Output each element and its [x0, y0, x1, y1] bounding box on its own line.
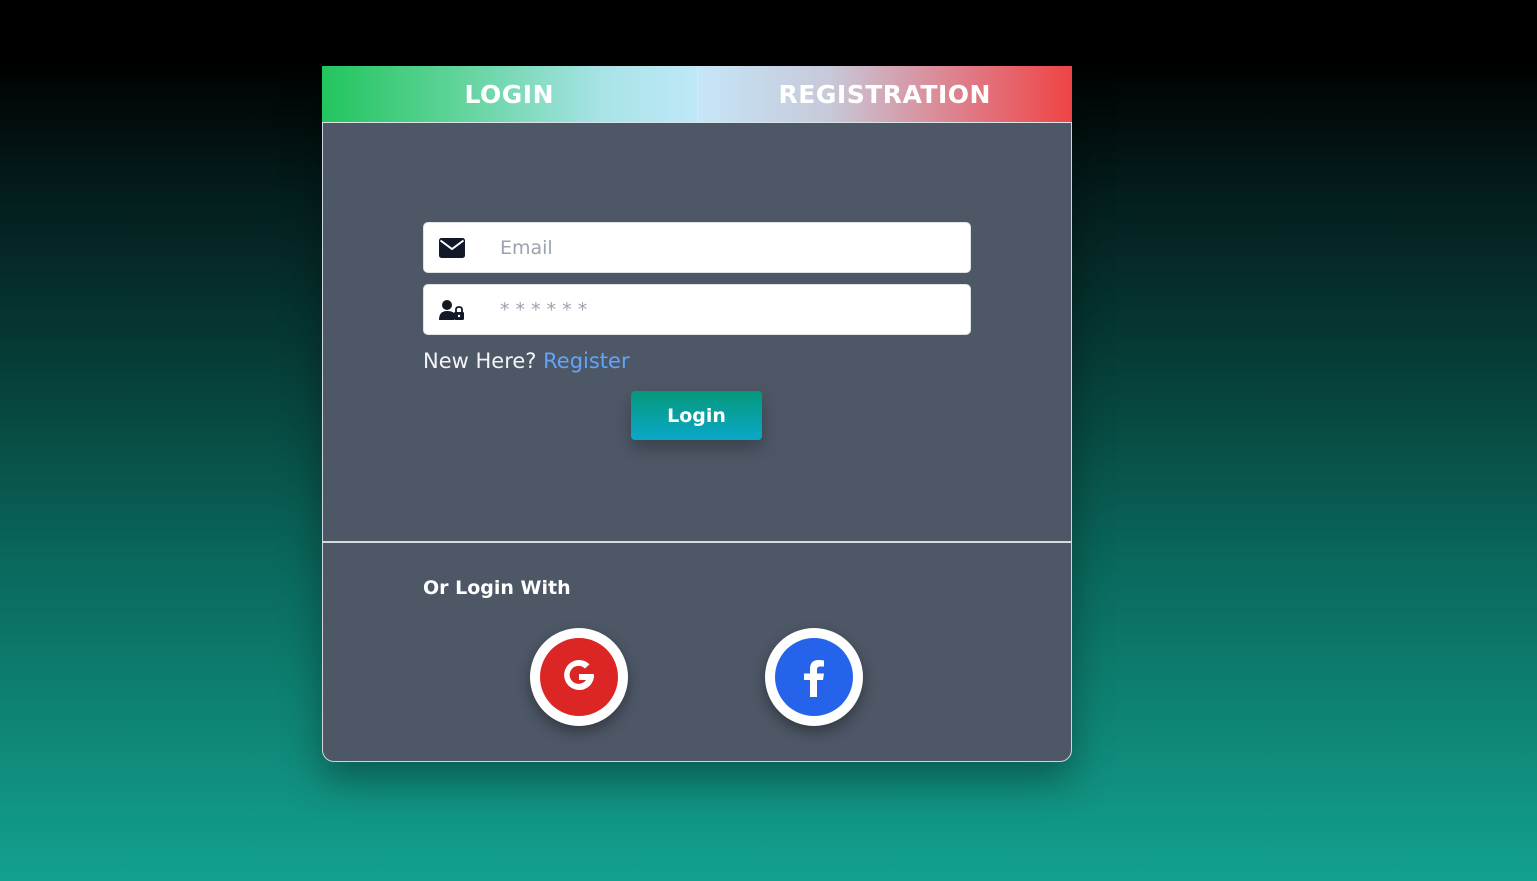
tab-login[interactable]: LOGIN: [322, 66, 698, 122]
login-button[interactable]: Login: [631, 391, 762, 440]
password-field-wrapper: [423, 284, 971, 335]
email-field-wrapper: [423, 222, 971, 273]
register-link[interactable]: Register: [543, 349, 629, 373]
login-form: New Here? Register Login: [423, 222, 971, 440]
auth-tabs: LOGIN REGISTRATION: [322, 66, 1072, 123]
google-icon: [540, 638, 618, 716]
register-prompt: New Here? Register: [423, 349, 971, 373]
facebook-icon: [775, 638, 853, 716]
facebook-login-button[interactable]: [765, 628, 863, 726]
password-input[interactable]: [498, 288, 958, 331]
social-login-heading: Or Login With: [423, 577, 571, 599]
envelope-icon: [424, 222, 480, 273]
user-lock-icon: [424, 284, 480, 335]
section-divider: [322, 541, 1072, 543]
login-card: LOGIN REGISTRATION Email New Here? Regis…: [322, 66, 1072, 762]
email-input[interactable]: [498, 226, 958, 269]
tab-registration[interactable]: REGISTRATION: [697, 66, 1072, 122]
register-prompt-text: New Here?: [423, 349, 537, 373]
google-login-button[interactable]: [530, 628, 628, 726]
